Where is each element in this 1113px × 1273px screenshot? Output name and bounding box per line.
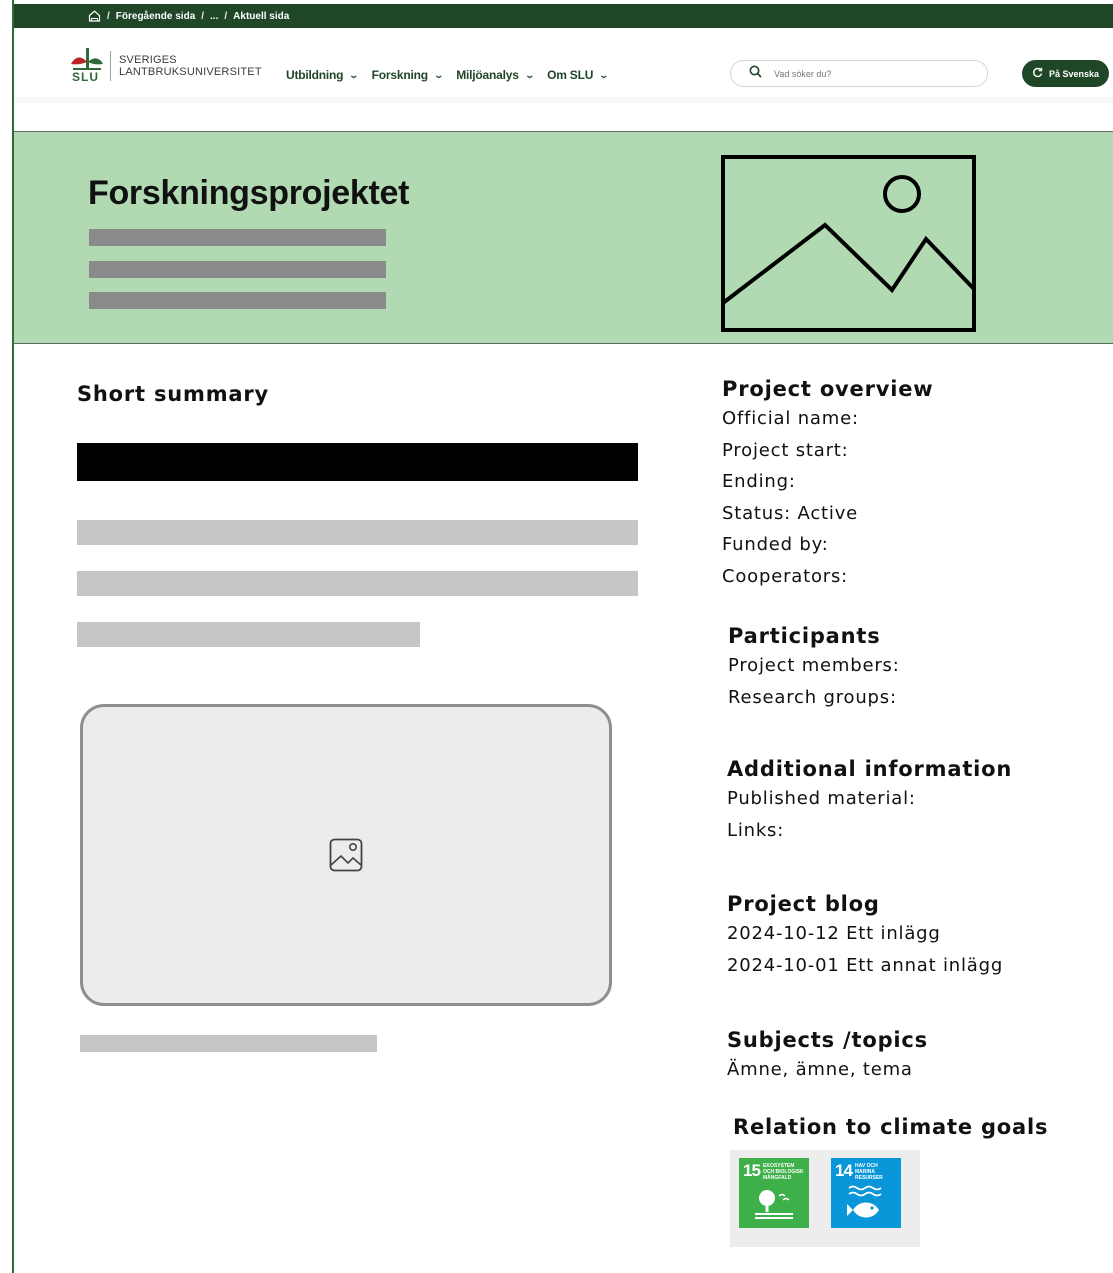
- summary-text-placeholder: [77, 622, 420, 647]
- blog-post-link[interactable]: 2024-10-12 Ett inlägg: [727, 918, 1003, 950]
- breadcrumb: / Föregående sida / ... / Aktuell sida: [14, 4, 1113, 28]
- project-blog: Project blog 2024-10-12 Ett inlägg 2024-…: [727, 892, 1003, 981]
- overview-project-start: Project start:: [722, 439, 849, 461]
- hero-text-placeholder: [89, 261, 386, 278]
- overview-funded-by: Funded by:: [722, 534, 829, 555]
- language-button[interactable]: På Svenska: [1022, 60, 1109, 87]
- subjects-heading: Subjects /topics: [727, 1028, 928, 1052]
- sdg-label: HAV OCH MARINA RESURSER: [855, 1163, 883, 1181]
- breadcrumb-separator: /: [201, 10, 205, 22]
- summary-lead-placeholder: [77, 443, 638, 481]
- participants-research-groups: Research groups:: [728, 686, 897, 708]
- breadcrumb-current: Aktuell sida: [233, 10, 290, 22]
- nav-item-miljoanalys[interactable]: Miljöanalys ⌄: [456, 68, 535, 82]
- search-icon: [749, 65, 762, 83]
- refresh-icon: [1032, 67, 1043, 80]
- search-input[interactable]: [774, 68, 964, 79]
- hero-text-placeholder: [89, 229, 386, 246]
- logo-line-1: SVERIGES: [119, 54, 177, 66]
- logo-divider: [110, 51, 111, 81]
- slu-logo[interactable]: SLU SVERIGES LANTBRUKSUNIVERSITET: [70, 48, 262, 84]
- sdg-14-badge[interactable]: 14 HAV OCH MARINA RESURSER: [831, 1158, 901, 1228]
- participants-members: Project members:: [728, 655, 900, 676]
- nav-item-label: Om SLU: [547, 68, 594, 82]
- hero-banner: Forskningsprojektet: [14, 131, 1113, 344]
- overview-ending: Ending:: [722, 471, 796, 492]
- site-header: SLU SVERIGES LANTBRUKSUNIVERSITET Utbild…: [14, 28, 1113, 103]
- breadcrumb-ellipsis[interactable]: ...: [210, 11, 218, 22]
- image-placeholder-icon: [721, 155, 976, 332]
- nav-item-utbildning[interactable]: Utbildning ⌄: [286, 68, 360, 82]
- project-overview: Project overview Official name: Project …: [722, 377, 933, 592]
- tree-icon: [755, 1190, 793, 1219]
- main-nav: Utbildning ⌄ Forskning ⌄ Miljöanalys ⌄ O…: [286, 68, 610, 82]
- subjects-topics: Subjects /topics Ämne, ämne, tema: [727, 1028, 928, 1086]
- additional-information-heading: Additional information: [727, 757, 1013, 781]
- search-box[interactable]: [730, 60, 988, 87]
- subjects-list: Ämne, ämne, tema: [727, 1059, 913, 1080]
- sdg-badges: 15 EKOSYSTEM OCH BIOLOGISK MÅNGFALD 14 H…: [730, 1150, 920, 1247]
- page-title: Forskningsprojektet: [88, 174, 410, 212]
- project-blog-heading: Project blog: [727, 892, 880, 916]
- media-placeholder[interactable]: [80, 704, 612, 1006]
- additional-links: Links:: [727, 819, 785, 841]
- slu-logo-abbr: SLU: [72, 70, 99, 84]
- sdg-15-badge[interactable]: 15 EKOSYSTEM OCH BIOLOGISK MÅNGFALD: [739, 1158, 809, 1228]
- chevron-down-icon: ⌄: [348, 69, 360, 80]
- summary-heading: Short summary: [77, 382, 270, 406]
- logo-line-2: LANTBRUKSUNIVERSITET: [119, 66, 262, 78]
- participants: Participants Project members: Research g…: [728, 624, 900, 713]
- sdg-label: EKOSYSTEM OCH BIOLOGISK MÅNGFALD: [763, 1163, 804, 1181]
- language-button-label: På Svenska: [1048, 68, 1100, 79]
- slu-logo-mark: SLU: [70, 48, 104, 84]
- nav-item-om-slu[interactable]: Om SLU ⌄: [547, 68, 610, 82]
- overview-cooperators: Cooperators:: [722, 565, 849, 587]
- summary-text-placeholder: [77, 520, 638, 545]
- climate-goals: Relation to climate goals: [733, 1115, 1048, 1141]
- home-icon[interactable]: [88, 10, 101, 22]
- hero-text-placeholder: [89, 292, 386, 309]
- sdg-number: 15: [743, 1161, 761, 1180]
- additional-published-material: Published material:: [727, 788, 916, 809]
- fish-icon: [847, 1185, 882, 1218]
- participants-heading: Participants: [728, 624, 881, 648]
- blog-post-link[interactable]: 2024-10-01 Ett annat inlägg: [727, 950, 1003, 982]
- nav-item-label: Utbildning: [286, 68, 344, 82]
- nav-item-label: Forskning: [371, 68, 428, 82]
- image-icon: [329, 838, 363, 872]
- chevron-down-icon: ⌄: [524, 69, 535, 80]
- climate-goals-heading: Relation to climate goals: [733, 1115, 1049, 1139]
- nav-item-label: Miljöanalys: [456, 68, 519, 82]
- slu-logo-text: SVERIGES LANTBRUKSUNIVERSITET: [119, 54, 262, 78]
- media-caption-placeholder: [80, 1035, 377, 1052]
- overview-official-name: Official name:: [722, 408, 859, 429]
- chevron-down-icon: ⌄: [598, 69, 610, 80]
- overview-status: Status: Active: [722, 502, 859, 524]
- additional-information: Additional information Published materia…: [727, 757, 1012, 846]
- breadcrumb-separator: /: [107, 10, 110, 22]
- project-overview-heading: Project overview: [722, 377, 934, 401]
- breadcrumb-separator: /: [224, 10, 228, 22]
- chevron-down-icon: ⌄: [433, 69, 444, 80]
- nav-item-forskning[interactable]: Forskning ⌄: [371, 68, 444, 82]
- summary-text-placeholder: [77, 571, 638, 596]
- breadcrumb-previous-link[interactable]: Föregående sida: [116, 11, 195, 22]
- sdg-number: 14: [835, 1161, 853, 1180]
